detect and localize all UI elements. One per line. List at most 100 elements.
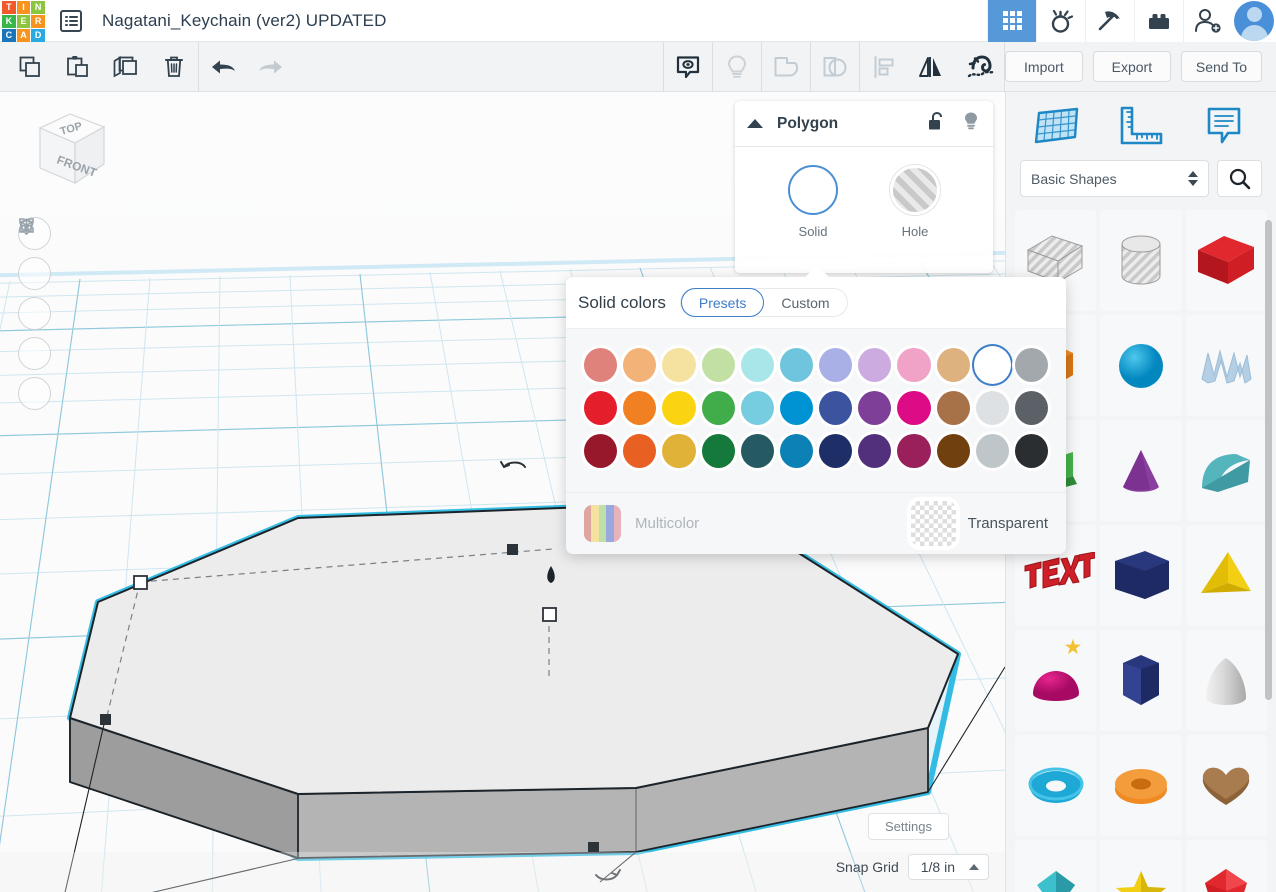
color-swatch[interactable]	[819, 348, 853, 382]
avatar[interactable]	[1234, 0, 1274, 41]
invite-person-icon[interactable]	[1183, 0, 1232, 42]
learn-pickaxe-icon[interactable]	[1085, 0, 1134, 42]
color-swatch[interactable]	[701, 348, 735, 382]
light-bulb-button[interactable]	[713, 42, 761, 92]
notes-button[interactable]	[664, 42, 712, 92]
transparent-option[interactable]: Transparent	[910, 501, 1048, 546]
roof-shape[interactable]	[1185, 420, 1267, 521]
cone-shape[interactable]	[1100, 420, 1182, 521]
lightbulb-icon[interactable]	[963, 111, 979, 136]
paraboloid-shape[interactable]	[1185, 630, 1267, 731]
color-swatch[interactable]	[858, 348, 892, 382]
color-swatch[interactable]	[584, 348, 618, 382]
mirror-button[interactable]	[908, 42, 956, 92]
export-button[interactable]: Export	[1092, 51, 1171, 82]
diamond-shape[interactable]	[1015, 840, 1097, 892]
group-button[interactable]	[762, 42, 810, 92]
color-swatch[interactable]	[623, 391, 657, 425]
color-swatch[interactable]	[623, 348, 657, 382]
color-swatch[interactable]	[1014, 391, 1049, 425]
heart-shape[interactable]	[1185, 735, 1267, 836]
search-button[interactable]	[1217, 160, 1262, 197]
color-swatch[interactable]	[897, 434, 931, 468]
multicolor-swatch[interactable]	[584, 505, 621, 542]
tab-presets[interactable]: Presets	[680, 288, 765, 317]
scribble-shape[interactable]	[1185, 315, 1267, 416]
color-swatch[interactable]	[819, 391, 853, 425]
sidebar-scrollbar[interactable]	[1265, 220, 1272, 700]
chevron-up-icon[interactable]	[747, 119, 763, 128]
color-swatch[interactable]	[584, 434, 618, 468]
color-swatch[interactable]	[936, 348, 970, 382]
align-button[interactable]	[860, 42, 908, 92]
import-button[interactable]: Import	[1004, 51, 1083, 82]
color-swatch[interactable]	[623, 434, 657, 468]
color-swatch[interactable]	[779, 391, 814, 425]
project-list-icon[interactable]	[60, 9, 82, 32]
color-swatch[interactable]	[740, 348, 774, 382]
delete-button[interactable]	[150, 42, 198, 92]
document-title[interactable]: Nagatani_Keychain (ver2) UPDATED	[102, 11, 386, 31]
pyramid-shape[interactable]	[1185, 525, 1267, 626]
ortho-perspective-button[interactable]	[18, 218, 51, 410]
color-swatch[interactable]	[819, 434, 853, 468]
hole-option[interactable]: Hole	[890, 165, 940, 239]
color-swatch[interactable]	[897, 391, 931, 425]
apps-grid-icon[interactable]	[987, 0, 1036, 42]
duplicate-button[interactable]	[102, 42, 150, 92]
polyhedron-shape[interactable]	[1185, 840, 1267, 892]
color-swatch[interactable]	[779, 348, 814, 382]
hole-swatch[interactable]	[890, 165, 940, 215]
snap-grid-select[interactable]: 1/8 in	[907, 854, 989, 880]
favorite-star-icon[interactable]: ★	[1064, 637, 1083, 658]
color-swatch[interactable]	[975, 348, 1009, 382]
color-swatch[interactable]	[1014, 348, 1049, 382]
sphere-shape[interactable]	[1100, 315, 1182, 416]
copy-button[interactable]	[6, 42, 54, 92]
tinkercad-logo[interactable]: TIN KER CAD	[0, 0, 46, 42]
color-swatch[interactable]	[662, 434, 696, 468]
solid-option[interactable]: Solid	[788, 165, 838, 239]
workplane-icon[interactable]	[1028, 102, 1088, 150]
torus-shape[interactable]	[1015, 735, 1097, 836]
fit-to-view-button[interactable]	[18, 218, 51, 290]
ungroup-button[interactable]	[811, 42, 859, 92]
redo-button[interactable]	[247, 42, 295, 92]
color-swatch[interactable]	[740, 391, 774, 425]
color-swatch[interactable]	[584, 391, 618, 425]
color-swatch[interactable]	[936, 434, 970, 468]
color-swatch[interactable]	[662, 348, 696, 382]
view-cube[interactable]: TOP FRONT	[20, 106, 115, 191]
ruler-icon[interactable]	[1111, 102, 1171, 150]
magnet-button[interactable]	[956, 42, 1004, 92]
cylinder-hole-shape[interactable]	[1100, 210, 1182, 311]
undo-button[interactable]	[199, 42, 247, 92]
round-roof-shape[interactable]	[1100, 735, 1182, 836]
paste-button[interactable]	[54, 42, 102, 92]
send-to-button[interactable]: Send To	[1180, 51, 1262, 82]
color-swatch[interactable]	[975, 391, 1009, 425]
color-swatch[interactable]	[936, 391, 970, 425]
color-swatch[interactable]	[975, 434, 1009, 468]
color-swatch[interactable]	[779, 434, 814, 468]
color-swatch[interactable]	[897, 348, 931, 382]
hexagon-prism-shape[interactable]	[1100, 630, 1182, 731]
tinkercad-gallery-icon[interactable]	[1036, 0, 1085, 42]
box-shape[interactable]	[1185, 210, 1267, 311]
star-shape[interactable]	[1100, 840, 1182, 892]
zoom-in-button[interactable]	[18, 219, 51, 330]
blocks-brick-icon[interactable]	[1134, 0, 1183, 42]
color-swatch[interactable]	[1014, 434, 1049, 468]
shape-category-select[interactable]: Basic Shapes	[1020, 160, 1209, 197]
color-swatch[interactable]	[701, 434, 735, 468]
tab-custom[interactable]: Custom	[764, 288, 846, 317]
color-swatch[interactable]	[740, 434, 774, 468]
half-sphere-shape[interactable]: ★	[1015, 630, 1097, 731]
color-swatch[interactable]	[662, 391, 696, 425]
note-icon[interactable]	[1194, 102, 1254, 150]
color-swatch[interactable]	[701, 391, 735, 425]
color-swatch[interactable]	[858, 434, 892, 468]
color-swatch[interactable]	[858, 391, 892, 425]
solid-swatch[interactable]	[788, 165, 838, 215]
user-avatar-cell[interactable]	[1232, 0, 1276, 42]
